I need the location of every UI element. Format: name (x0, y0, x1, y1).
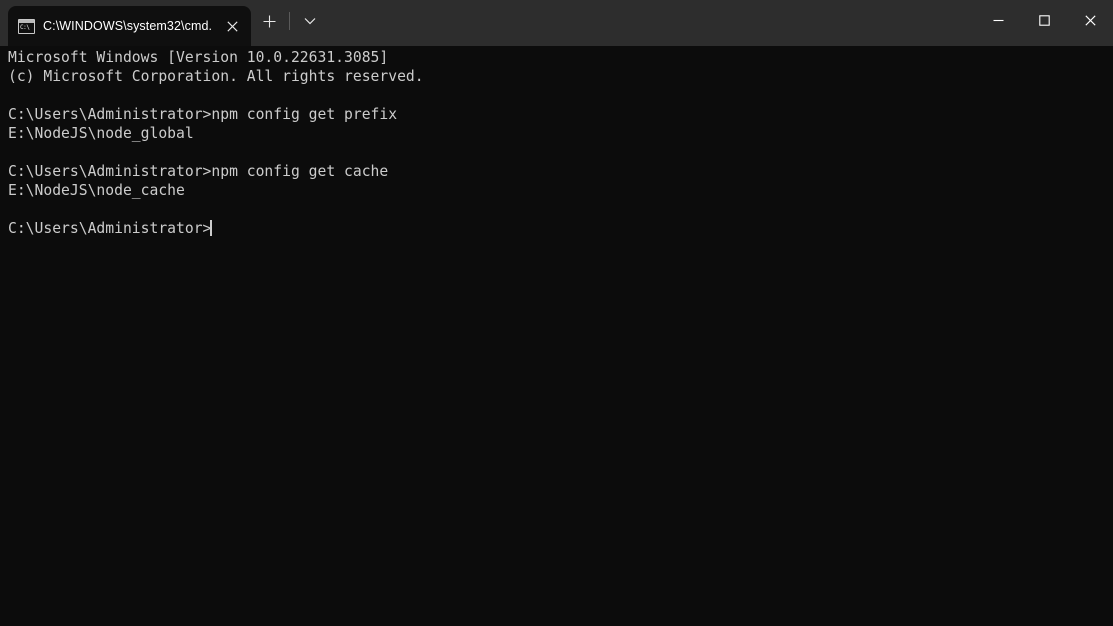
tab-actions (251, 0, 328, 46)
terminal-line: E:\NodeJS\node_cache (8, 182, 185, 199)
window-drag-region (328, 0, 975, 46)
window-controls (975, 0, 1113, 46)
terminal-line: (c) Microsoft Corporation. All rights re… (8, 68, 424, 85)
title-bar: C:\ C:\WINDOWS\system32\cmd. (0, 0, 1113, 46)
tab-cmd[interactable]: C:\ C:\WINDOWS\system32\cmd. (8, 6, 251, 46)
chevron-down-icon[interactable] (292, 5, 328, 37)
tab-strip: C:\ C:\WINDOWS\system32\cmd. (0, 0, 328, 46)
terminal-line: C:\Users\Administrator>npm config get ca… (8, 163, 389, 180)
maximize-button[interactable] (1021, 0, 1067, 40)
terminal-output-area[interactable]: Microsoft Windows [Version 10.0.22631.30… (0, 46, 1113, 626)
terminal-lines: Microsoft Windows [Version 10.0.22631.30… (8, 48, 1113, 238)
terminal-prompt-line[interactable]: C:\Users\Administrator> (8, 219, 1113, 238)
text-cursor (210, 220, 212, 236)
terminal-line: E:\NodeJS\node_global (8, 125, 194, 142)
terminal-line: C:\Users\Administrator>npm config get pr… (8, 106, 398, 123)
tab-title: C:\WINDOWS\system32\cmd. (43, 19, 211, 33)
minimize-button[interactable] (975, 0, 1021, 40)
tab-actions-divider (289, 12, 290, 30)
terminal-prompt: C:\Users\Administrator> (8, 220, 212, 237)
close-tab-icon[interactable] (219, 13, 245, 39)
close-window-button[interactable] (1067, 0, 1113, 40)
cmd-console-icon-glyph: C:\ (20, 23, 30, 31)
terminal-line: Microsoft Windows [Version 10.0.22631.30… (8, 49, 389, 66)
terminal-window: C:\ C:\WINDOWS\system32\cmd. Microsoft W… (0, 0, 1113, 626)
cmd-console-icon: C:\ (18, 18, 35, 34)
new-tab-button[interactable] (251, 5, 287, 37)
